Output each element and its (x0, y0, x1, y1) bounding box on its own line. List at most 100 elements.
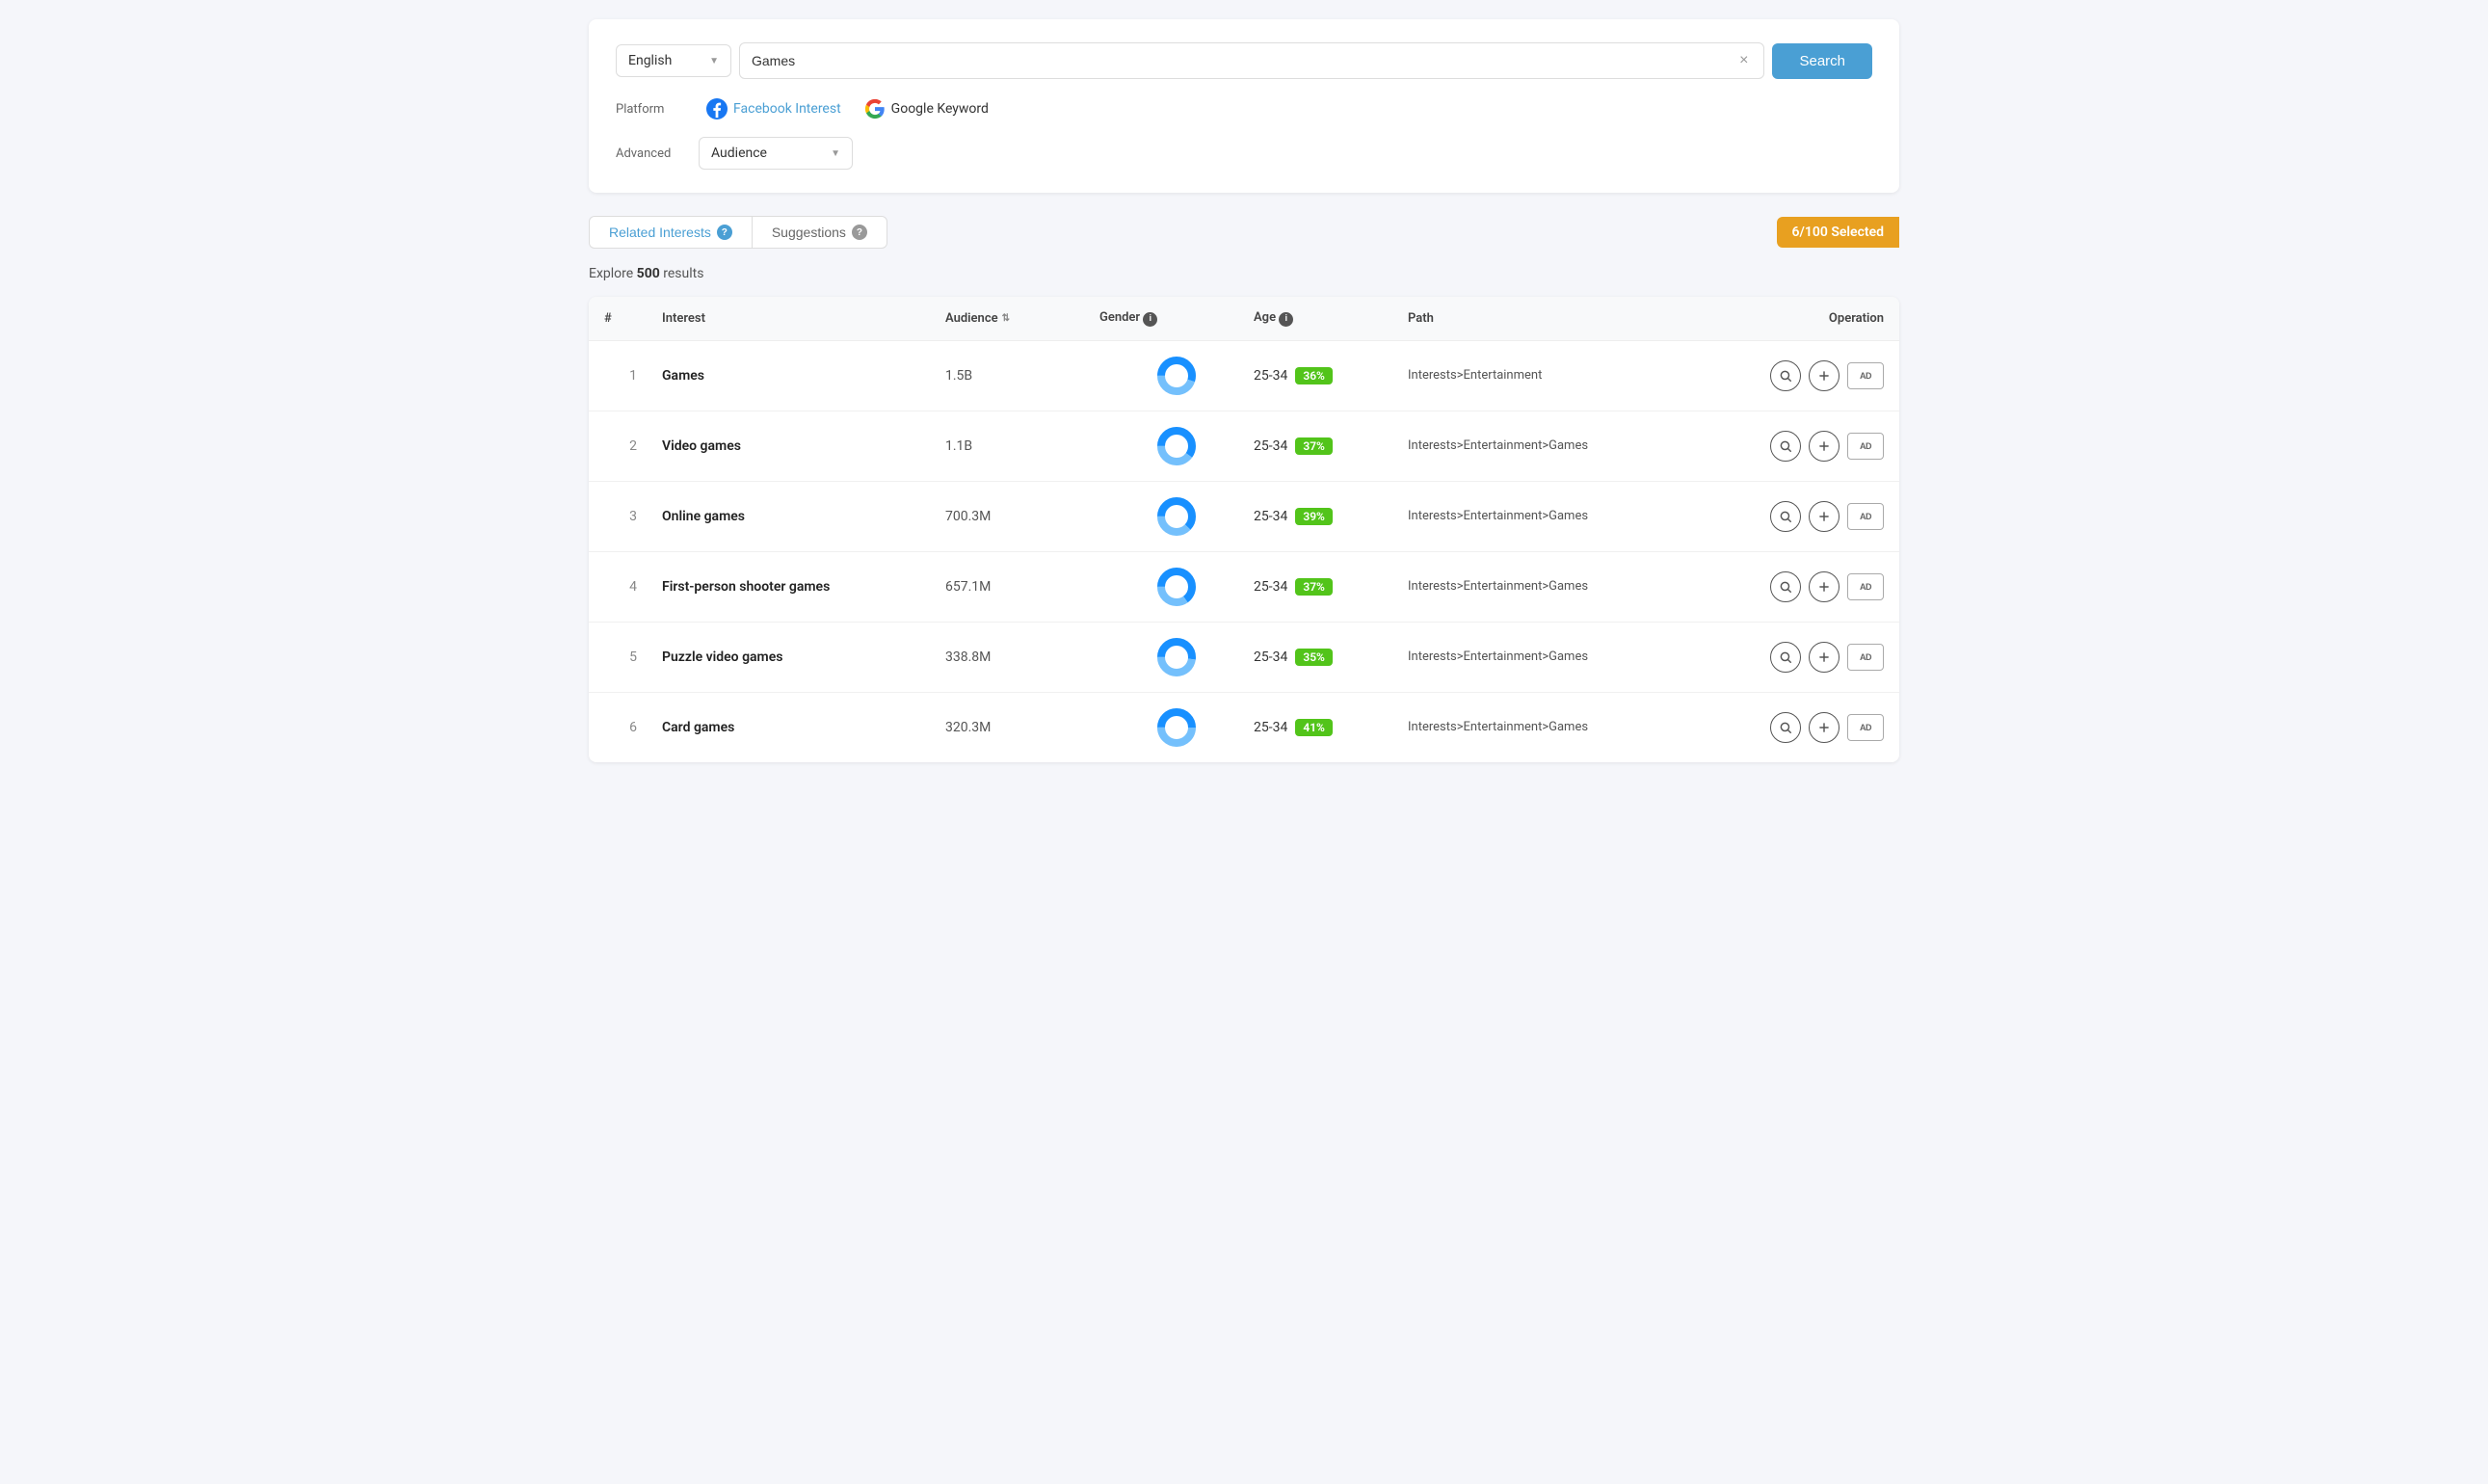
ad-op-button[interactable]: AD (1847, 573, 1884, 600)
row-age: 25-34 35% (1254, 649, 1408, 666)
row-gender (1099, 495, 1254, 538)
row-age: 25-34 41% (1254, 719, 1408, 736)
row-gender (1099, 636, 1254, 678)
row-gender (1099, 566, 1254, 608)
table-row: 2 Video games 1.1B 25-34 37% Interests>E… (589, 411, 1899, 482)
gender-donut (1155, 495, 1198, 538)
table-row: 3 Online games 700.3M 25-34 39% Interest… (589, 482, 1899, 552)
row-path: Interests>Entertainment>Games (1408, 720, 1691, 734)
add-op-button[interactable] (1809, 501, 1840, 532)
ad-label: AD (1860, 723, 1871, 732)
row-path: Interests>Entertainment>Games (1408, 438, 1691, 453)
row-num: 3 (604, 509, 662, 524)
row-interest: Video games (662, 438, 945, 454)
tabs-row: Related Interests ? Suggestions ? 6/100 … (589, 216, 1899, 249)
google-icon (864, 98, 886, 119)
age-badge: 37% (1295, 578, 1333, 596)
age-badge: 41% (1295, 719, 1333, 736)
col-header-path: Path (1408, 311, 1691, 326)
row-audience: 1.1B (945, 438, 1099, 454)
row-audience: 1.5B (945, 368, 1099, 384)
age-badge: 39% (1295, 508, 1333, 525)
row-age: 25-34 37% (1254, 578, 1408, 596)
ad-op-button[interactable]: AD (1847, 503, 1884, 530)
ad-op-button[interactable]: AD (1847, 714, 1884, 741)
search-op-button[interactable] (1770, 712, 1801, 743)
ad-label: AD (1860, 652, 1871, 662)
language-label: English (628, 53, 672, 68)
row-interest: Card games (662, 720, 945, 735)
row-path: Interests>Entertainment>Games (1408, 579, 1691, 594)
row-audience: 700.3M (945, 509, 1099, 524)
age-range: 25-34 (1254, 649, 1287, 665)
row-gender (1099, 706, 1254, 749)
add-op-button[interactable] (1809, 360, 1840, 391)
gender-donut (1155, 636, 1198, 678)
row-operations: AD (1691, 642, 1884, 673)
search-input-wrap: × (739, 42, 1764, 79)
ad-op-button[interactable]: AD (1847, 644, 1884, 671)
ad-label: AD (1860, 512, 1871, 521)
age-badge: 35% (1295, 649, 1333, 666)
tab-suggestions[interactable]: Suggestions ? (752, 216, 887, 249)
row-audience: 338.8M (945, 649, 1099, 665)
age-range: 25-34 (1254, 509, 1287, 524)
add-op-button[interactable] (1809, 431, 1840, 462)
facebook-interest-label: Facebook Interest (733, 101, 841, 117)
row-interest: Games (662, 368, 945, 384)
ad-op-button[interactable]: AD (1847, 362, 1884, 389)
clear-button[interactable]: × (1735, 53, 1752, 68)
row-gender (1099, 425, 1254, 467)
add-op-button[interactable] (1809, 642, 1840, 673)
search-op-button[interactable] (1770, 360, 1801, 391)
age-badge: 37% (1295, 437, 1333, 455)
col-header-gender: Gender i (1099, 310, 1254, 327)
age-badge: 36% (1295, 367, 1333, 384)
row-path: Interests>Entertainment (1408, 368, 1691, 383)
search-op-button[interactable] (1770, 571, 1801, 602)
row-num: 5 (604, 649, 662, 665)
facebook-icon (706, 98, 728, 119)
row-path: Interests>Entertainment>Games (1408, 509, 1691, 523)
row-operations: AD (1691, 571, 1884, 602)
related-interests-label: Related Interests (609, 225, 711, 240)
row-age: 25-34 37% (1254, 437, 1408, 455)
col-header-operation: Operation (1691, 311, 1884, 326)
search-input[interactable] (752, 43, 1735, 78)
platform-facebook[interactable]: Facebook Interest (706, 98, 841, 119)
add-op-button[interactable] (1809, 571, 1840, 602)
age-range: 25-34 (1254, 720, 1287, 735)
search-op-button[interactable] (1770, 501, 1801, 532)
explore-suffix: results (660, 266, 704, 281)
ad-op-button[interactable]: AD (1847, 433, 1884, 460)
search-button[interactable]: Search (1772, 43, 1872, 79)
tab-related-interests[interactable]: Related Interests ? (589, 216, 752, 249)
ad-label: AD (1860, 441, 1871, 451)
table-row: 1 Games 1.5B 25-34 36% Interests>Enterta… (589, 341, 1899, 411)
age-info-icon: i (1279, 312, 1293, 327)
platform-google[interactable]: Google Keyword (864, 98, 989, 119)
search-op-button[interactable] (1770, 642, 1801, 673)
ad-label: AD (1860, 371, 1871, 381)
row-gender (1099, 355, 1254, 397)
row-num: 2 (604, 438, 662, 454)
language-select[interactable]: English ▼ (616, 44, 731, 77)
gender-donut (1155, 566, 1198, 608)
selected-badge: 6/100 Selected (1777, 217, 1899, 248)
audience-dropdown[interactable]: Audience ▼ (699, 137, 853, 170)
chevron-down-icon: ▼ (831, 148, 840, 159)
platform-row: Platform Facebook Interest Google Keywor… (616, 98, 1872, 119)
tabs-container: Related Interests ? Suggestions ? (589, 216, 887, 249)
related-interests-help-icon: ? (717, 225, 732, 240)
col-header-interest: Interest (662, 311, 945, 326)
row-operations: AD (1691, 712, 1884, 743)
search-op-button[interactable] (1770, 431, 1801, 462)
advanced-label: Advanced (616, 146, 683, 161)
search-row: English ▼ × Search (616, 42, 1872, 79)
row-num: 1 (604, 368, 662, 384)
advanced-row: Advanced Audience ▼ (616, 137, 1872, 170)
results-table: # Interest Audience ⇅ Gender i Age i Pat… (589, 297, 1899, 762)
add-op-button[interactable] (1809, 712, 1840, 743)
sort-icon: ⇅ (1002, 313, 1010, 324)
row-audience: 657.1M (945, 579, 1099, 595)
